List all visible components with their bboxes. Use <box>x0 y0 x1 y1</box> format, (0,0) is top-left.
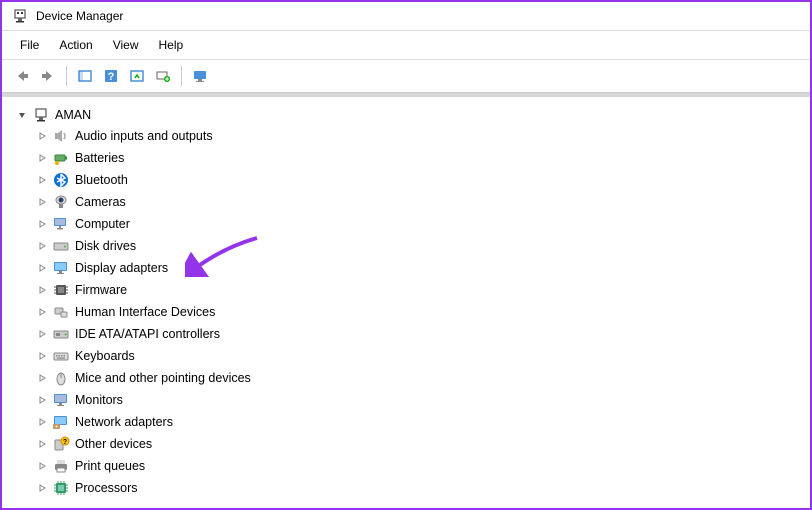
node-label: Audio inputs and outputs <box>75 129 213 143</box>
expand-icon[interactable] <box>36 438 48 450</box>
toolbar-separator <box>181 66 182 86</box>
expand-icon[interactable] <box>36 460 48 472</box>
menu-action[interactable]: Action <box>49 35 102 55</box>
battery-icon <box>52 149 70 167</box>
expand-icon[interactable] <box>36 328 48 340</box>
node-label: Network adapters <box>75 415 173 429</box>
hid-icon <box>52 303 70 321</box>
svg-text:?: ? <box>108 71 115 83</box>
node-label: Computer <box>75 217 130 231</box>
menubar: File Action View Help <box>2 31 810 60</box>
tree-node[interactable]: IDE ATA/ATAPI controllers <box>6 323 806 345</box>
computer-root-icon <box>32 106 50 124</box>
back-button[interactable] <box>10 64 34 88</box>
forward-button[interactable] <box>36 64 60 88</box>
menu-view[interactable]: View <box>103 35 149 55</box>
expand-icon[interactable] <box>36 152 48 164</box>
node-label: Cameras <box>75 195 126 209</box>
root-label: AMAN <box>55 108 91 122</box>
tree-node[interactable]: Audio inputs and outputs <box>6 125 806 147</box>
bluetooth-icon <box>52 171 70 189</box>
node-label: Disk drives <box>75 239 136 253</box>
network-icon <box>52 413 70 431</box>
expand-icon[interactable] <box>36 240 48 252</box>
tree-node[interactable]: Network adapters <box>6 411 806 433</box>
ide-icon <box>52 325 70 343</box>
tree-node[interactable]: Display adapters <box>6 257 806 279</box>
node-label: Monitors <box>75 393 123 407</box>
monitor-icon <box>52 391 70 409</box>
app-icon <box>12 8 28 24</box>
computer-icon <box>52 215 70 233</box>
expand-icon[interactable] <box>36 218 48 230</box>
device-tree: AMAN Audio inputs and outputs Batteries Bl… <box>2 93 810 507</box>
help-button[interactable]: ? <box>99 64 123 88</box>
processor-icon <box>52 479 70 497</box>
other-icon: ? <box>52 435 70 453</box>
action-button[interactable] <box>125 64 149 88</box>
node-label: Processors <box>75 481 138 495</box>
expand-icon[interactable] <box>36 196 48 208</box>
tree-node[interactable]: Human Interface Devices <box>6 301 806 323</box>
firmware-icon <box>52 281 70 299</box>
node-label: Batteries <box>75 151 124 165</box>
tree-node[interactable]: Print queues <box>6 455 806 477</box>
tree-node[interactable]: Mice and other pointing devices <box>6 367 806 389</box>
tree-node[interactable]: ? Other devices <box>6 433 806 455</box>
expand-icon[interactable] <box>36 350 48 362</box>
menu-help[interactable]: Help <box>149 35 194 55</box>
toolbar-separator <box>66 66 67 86</box>
expand-icon[interactable] <box>36 284 48 296</box>
node-label: Bluetooth <box>75 173 128 187</box>
svg-text:?: ? <box>63 439 67 446</box>
node-label: Human Interface Devices <box>75 305 215 319</box>
devices-button[interactable] <box>188 64 212 88</box>
tree-node[interactable]: Computer <box>6 213 806 235</box>
keyboard-icon <box>52 347 70 365</box>
titlebar: Device Manager <box>2 2 810 31</box>
tree-node[interactable]: Bluetooth <box>6 169 806 191</box>
mouse-icon <box>52 369 70 387</box>
tree-node[interactable]: Batteries <box>6 147 806 169</box>
node-label: Keyboards <box>75 349 135 363</box>
tree-node[interactable]: Firmware <box>6 279 806 301</box>
expand-icon[interactable] <box>36 416 48 428</box>
tree-node[interactable]: Processors <box>6 477 806 499</box>
toolbar: ? <box>2 60 810 93</box>
expand-icon[interactable] <box>36 306 48 318</box>
node-label: Display adapters <box>75 261 168 275</box>
tree-root-node[interactable]: AMAN <box>6 105 806 125</box>
tree-node[interactable]: Cameras <box>6 191 806 213</box>
node-label: IDE ATA/ATAPI controllers <box>75 327 220 341</box>
window-title: Device Manager <box>36 9 123 23</box>
tree-node[interactable]: Keyboards <box>6 345 806 367</box>
expand-icon[interactable] <box>36 394 48 406</box>
tree-node[interactable]: Monitors <box>6 389 806 411</box>
collapse-icon[interactable] <box>16 109 28 121</box>
menu-file[interactable]: File <box>10 35 49 55</box>
node-label: Other devices <box>75 437 152 451</box>
expand-icon[interactable] <box>36 372 48 384</box>
expand-icon[interactable] <box>36 482 48 494</box>
show-hide-console-button[interactable] <box>73 64 97 88</box>
scan-hardware-button[interactable] <box>151 64 175 88</box>
camera-icon <box>52 193 70 211</box>
speaker-icon <box>52 127 70 145</box>
printer-icon <box>52 457 70 475</box>
display-icon <box>52 259 70 277</box>
expand-icon[interactable] <box>36 130 48 142</box>
node-label: Mice and other pointing devices <box>75 371 251 385</box>
disk-icon <box>52 237 70 255</box>
tree-node[interactable]: Disk drives <box>6 235 806 257</box>
expand-icon[interactable] <box>36 262 48 274</box>
expand-icon[interactable] <box>36 174 48 186</box>
node-label: Print queues <box>75 459 145 473</box>
node-label: Firmware <box>75 283 127 297</box>
